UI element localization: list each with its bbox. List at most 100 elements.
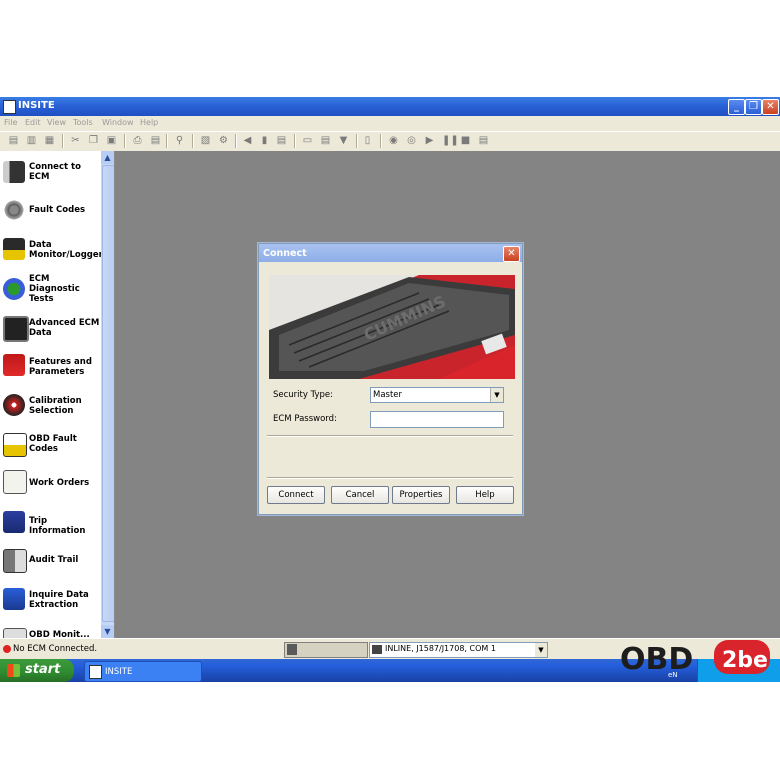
sidebar-item-fault-codes[interactable]: Fault Codes [0, 196, 100, 232]
toolbar-separator [62, 134, 64, 148]
toolbar-separator [356, 134, 358, 148]
help-button[interactable]: Help [456, 486, 514, 504]
minimize-button[interactable]: _ [728, 99, 745, 115]
stop-record-icon[interactable]: ◎ [406, 135, 417, 146]
sidebar: Connect to ECM Fault Codes Data Monitor/… [0, 151, 115, 638]
menu-window[interactable]: Window [102, 118, 134, 127]
upload-icon[interactable]: ▤ [276, 135, 287, 146]
toolbar-separator [380, 134, 382, 148]
save-all-icon[interactable]: ▦ [44, 135, 55, 146]
export-icon[interactable]: ▤ [478, 135, 489, 146]
security-type-select[interactable]: Master ▼ [370, 387, 504, 403]
sidebar-item-features-and-parameters[interactable]: Features and Parameters [0, 351, 100, 387]
adapter-icon [287, 644, 297, 655]
divider [267, 477, 513, 479]
sidebar-item-trip-information[interactable]: Trip Information [0, 507, 100, 543]
paste-icon[interactable]: ▣ [106, 135, 117, 146]
scroll-up-icon[interactable]: ▲ [101, 151, 114, 164]
start-button[interactable]: start [0, 659, 74, 682]
extract-icon [3, 588, 25, 610]
toolbar-separator [235, 134, 237, 148]
sidebar-item-label: Calibration Selection [29, 396, 82, 416]
print-icon[interactable]: ⎙ [132, 135, 143, 146]
stop-icon[interactable]: ■ [460, 135, 471, 146]
sidebar-item-advanced-ecm-data[interactable]: Advanced ECM Data [0, 313, 100, 349]
sidebar-item-ecm-diagnostic-tests[interactable]: ECM Diagnostic Tests [0, 273, 100, 309]
print-preview-icon[interactable]: ▤ [150, 135, 161, 146]
audit-icon [3, 549, 27, 573]
connect-button[interactable]: Connect [267, 486, 325, 504]
cut-icon[interactable]: ✂ [70, 135, 81, 146]
chip-icon [3, 316, 29, 342]
watermark-badge-text: 2be [722, 648, 768, 673]
sidebar-item-label: OBD Fault Codes [29, 434, 77, 454]
menu-tools[interactable]: Tools [73, 118, 93, 127]
properties-button[interactable]: Properties [392, 486, 450, 504]
page-icon[interactable]: ▯ [362, 135, 373, 146]
play-icon[interactable]: ▶ [424, 135, 435, 146]
copy-icon[interactable]: ❐ [88, 135, 99, 146]
dialog-title-bar[interactable]: Connect [259, 244, 522, 262]
menu-bar: File Edit View Tools Window Help [0, 116, 780, 130]
status-progress-panel [284, 642, 368, 658]
dialog-close-button[interactable]: ✕ [503, 246, 520, 262]
close-button[interactable]: ✕ [762, 99, 779, 115]
watermark-small-text: eN [668, 671, 678, 679]
toolbar-separator [166, 134, 168, 148]
taskbar-item-label: INSITE [105, 667, 133, 677]
properties-icon[interactable]: ▤ [320, 135, 331, 146]
menu-file[interactable]: File [4, 118, 17, 127]
sidebar-item-data-monitor-logger[interactable]: Data Monitor/Logger [0, 235, 103, 271]
sidebar-item-inquire-data-extraction[interactable]: Inquire Data Extraction [0, 585, 100, 621]
scroll-thumb[interactable] [102, 165, 114, 622]
sidebar-scrollbar[interactable]: ▲ ▼ [101, 151, 114, 638]
toolbox-icon [3, 354, 25, 376]
sidebar-item-label: Data Monitor/Logger [29, 240, 103, 260]
sidebar-item-obd-monitor[interactable]: OBD Monit... [0, 625, 100, 638]
status-text: No ECM Connected. [13, 644, 98, 654]
ecm-password-field[interactable] [370, 411, 504, 428]
scroll-down-icon[interactable]: ▼ [101, 625, 114, 638]
record-icon[interactable]: ◉ [388, 135, 399, 146]
sidebar-item-calibration-selection[interactable]: Calibration Selection [0, 391, 100, 427]
filter-icon[interactable]: ▼ [338, 135, 349, 146]
connection-select[interactable]: INLINE, J1587/J1708, COM 1 ▼ [369, 642, 548, 658]
sidebar-item-work-orders[interactable]: Work Orders [0, 469, 100, 505]
chevron-down-icon[interactable]: ▼ [535, 643, 547, 657]
maximize-button[interactable]: ❐ [745, 99, 762, 115]
watermark-logo: OBD 2be eN [618, 637, 773, 679]
cancel-button[interactable]: Cancel [331, 486, 389, 504]
sidebar-item-label: Connect to ECM [29, 162, 81, 182]
pause-icon[interactable]: ❚❚ [442, 135, 459, 146]
datalink-icon [372, 645, 382, 654]
obd-icon [3, 433, 27, 457]
monitor-icon [3, 238, 25, 260]
connect-icon[interactable]: ◀ [242, 135, 253, 146]
chevron-down-icon[interactable]: ▼ [490, 388, 503, 402]
connection-value: INLINE, J1587/J1708, COM 1 [385, 644, 496, 653]
toolbar-separator [294, 134, 296, 148]
watermark-text: OBD [620, 642, 693, 677]
menu-edit[interactable]: Edit [25, 118, 41, 127]
sidebar-item-audit-trail[interactable]: Audit Trail [0, 546, 100, 582]
window-title: INSITE [18, 100, 55, 111]
settings-icon[interactable]: ⚙ [218, 135, 229, 146]
download-icon[interactable]: ▮ [259, 135, 270, 146]
report-icon[interactable]: ▧ [200, 135, 211, 146]
find-icon[interactable]: ⚲ [174, 135, 185, 146]
open-icon[interactable]: ▤ [8, 135, 19, 146]
gears-icon [3, 199, 25, 221]
truck-icon [3, 511, 25, 533]
menu-help[interactable]: Help [140, 118, 158, 127]
sidebar-item-connect-to-ecm[interactable]: Connect to ECM [0, 157, 100, 193]
menu-view[interactable]: View [47, 118, 66, 127]
title-bar[interactable]: INSITE _ ❐ ✕ [0, 97, 780, 116]
save-icon[interactable]: ▥ [26, 135, 37, 146]
toolbar: ▤ ▥ ▦ ✂ ❐ ▣ ⎙ ▤ ⚲ ▧ ⚙ ◀ ▮ ▤ ▭ ▤ ▼ ▯ ◉ ◎ … [0, 131, 780, 152]
cummins-engine-picture: CUMMINS [269, 275, 515, 379]
sidebar-item-obd-fault-codes[interactable]: OBD Fault Codes [0, 429, 100, 465]
document-icon[interactable]: ▭ [302, 135, 313, 146]
taskbar-item-insite[interactable]: INSITE [84, 661, 202, 682]
toolbar-separator [192, 134, 194, 148]
sidebar-item-label: ECM Diagnostic Tests [29, 274, 80, 304]
